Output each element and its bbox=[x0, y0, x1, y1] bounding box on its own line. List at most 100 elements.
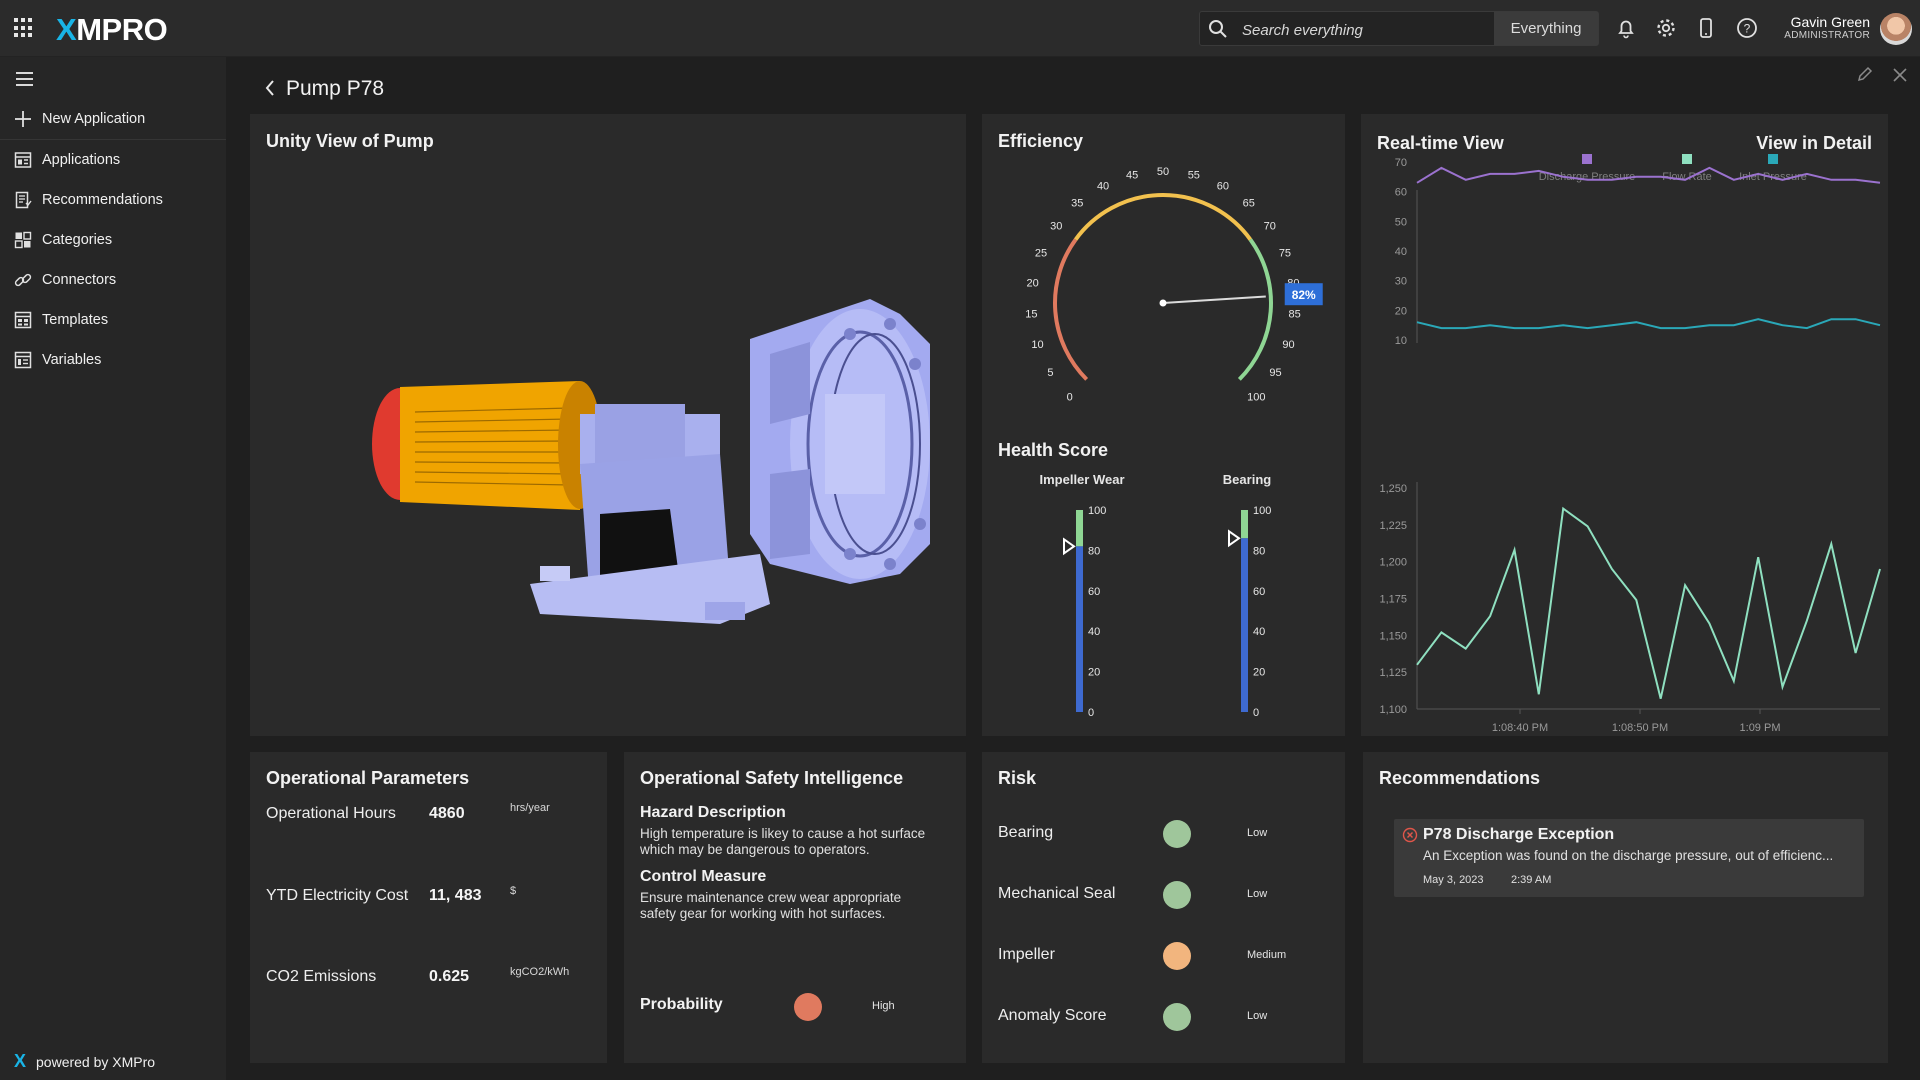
risk-label: Impeller bbox=[998, 946, 1055, 963]
user-menu[interactable]: Gavin Green ADMINISTRATOR bbox=[1770, 14, 1870, 41]
link-icon bbox=[14, 273, 32, 287]
bell-icon[interactable] bbox=[1614, 16, 1638, 40]
gauge-hub bbox=[1159, 299, 1167, 307]
x-tick-label: 1:09 PM bbox=[1740, 722, 1781, 734]
sidebar-item-variables[interactable]: Variables bbox=[0, 340, 226, 380]
pump-3d-model[interactable] bbox=[250, 114, 966, 736]
y-tick-label: 10 bbox=[1395, 335, 1407, 347]
recommendation-time: 2:39 AM bbox=[1511, 874, 1552, 886]
gauge-tick-label: 65 bbox=[1243, 198, 1255, 210]
plus-icon bbox=[15, 111, 31, 127]
sidebar-item-categories[interactable]: Categories bbox=[0, 220, 226, 260]
recommendation-date: May 3, 2023 bbox=[1423, 874, 1484, 886]
edit-icon[interactable] bbox=[1856, 65, 1874, 83]
gauge-tick-label: 100 bbox=[1247, 391, 1265, 403]
search-input[interactable]: Search everything bbox=[1242, 22, 1363, 39]
gauge-tick-label: 75 bbox=[1279, 247, 1291, 259]
powered-by[interactable]: Xpowered by XMPro bbox=[14, 1051, 155, 1072]
x-tick-label: 1:08:50 PM bbox=[1612, 722, 1668, 734]
svg-text:?: ? bbox=[1744, 22, 1751, 36]
sidebar-item-applications[interactable]: Applications bbox=[0, 140, 226, 180]
top-bar: XMPRO Search everything Everything ? Gav… bbox=[0, 0, 1920, 57]
risk-level: Medium bbox=[1247, 949, 1287, 961]
sidebar-item-label: Applications bbox=[42, 152, 121, 168]
gauge-tick-label: 25 bbox=[1035, 247, 1047, 259]
sidebar-item-connectors[interactable]: Connectors bbox=[0, 260, 226, 300]
powered-by-label: powered by XMPro bbox=[36, 1054, 156, 1070]
health-bar-track bbox=[1076, 510, 1083, 547]
y-tick-label: 1,125 bbox=[1379, 667, 1407, 679]
y-tick-label: 30 bbox=[1395, 276, 1407, 288]
avatar[interactable] bbox=[1880, 13, 1912, 45]
realtime-card: Real-time View View in Detail Discharge … bbox=[1361, 114, 1888, 736]
legend-swatch bbox=[1768, 154, 1778, 164]
sidebar-item-new-application[interactable]: New Application bbox=[0, 99, 226, 140]
xmpro-logo[interactable]: XMPRO bbox=[56, 12, 168, 48]
sidebar-item-label: Templates bbox=[42, 312, 109, 328]
hazard-title: Hazard Description bbox=[640, 804, 786, 821]
health-bar-label: Impeller Wear bbox=[1039, 472, 1124, 487]
sidebar-item-recommendations[interactable]: Recommendations bbox=[0, 180, 226, 220]
param-value: 11, 483 bbox=[429, 887, 482, 904]
series-line bbox=[1416, 506, 1881, 699]
health-bar-label: Bearing bbox=[1223, 472, 1271, 487]
templates-icon bbox=[14, 311, 32, 329]
recommendation-item[interactable]: P78 Discharge Exception An Exception was… bbox=[1394, 819, 1864, 897]
risk-level: Low bbox=[1247, 827, 1268, 839]
param-unit: kgCO2/kWh bbox=[510, 966, 570, 978]
gauge-tick-label: 55 bbox=[1188, 170, 1200, 182]
applications-icon bbox=[14, 152, 32, 168]
health-tick-label: 80 bbox=[1253, 545, 1265, 557]
health-score-bars: Impeller Wear 100 80 60 40 20 0 Bearing 100 80 60 4… bbox=[1039, 472, 1271, 719]
param-label: Operational Hours bbox=[266, 805, 396, 822]
menu-toggle-icon[interactable] bbox=[16, 72, 33, 90]
health-tick-label: 60 bbox=[1088, 586, 1100, 598]
recommendations-card: Recommendations bbox=[1363, 752, 1888, 1063]
health-bar-track bbox=[1241, 510, 1248, 539]
page-header: Pump P78 bbox=[226, 57, 1920, 112]
gauge-tick-label: 95 bbox=[1269, 367, 1281, 379]
sidebar-item-label: Variables bbox=[42, 352, 102, 368]
gauge-tick-label: 70 bbox=[1264, 220, 1276, 232]
risk-label: Bearing bbox=[998, 824, 1054, 841]
y-tick-label: 60 bbox=[1395, 187, 1407, 199]
health-tick-label: 20 bbox=[1253, 667, 1265, 679]
card-title: Operational Parameters bbox=[266, 768, 470, 788]
close-icon[interactable] bbox=[1892, 67, 1908, 83]
param-label: CO2 Emissions bbox=[266, 968, 377, 985]
param-value: 0.625 bbox=[429, 968, 470, 985]
view-in-detail-link[interactable]: View in Detail bbox=[1756, 133, 1872, 154]
categories-icon bbox=[14, 231, 32, 249]
health-tick-label: 40 bbox=[1088, 626, 1100, 638]
help-icon[interactable]: ? bbox=[1735, 16, 1759, 40]
gear-icon[interactable] bbox=[1654, 16, 1678, 40]
search-box[interactable]: Search everything Everything bbox=[1199, 11, 1599, 46]
hazard-text: High temperature is likey to cause a hot… bbox=[640, 826, 926, 857]
probability-label: Probability bbox=[640, 996, 723, 1013]
param-unit: hrs/year bbox=[510, 802, 550, 814]
search-scope-dropdown[interactable]: Everything bbox=[1494, 12, 1598, 45]
series-line bbox=[1416, 318, 1881, 330]
gauge-tick-label: 85 bbox=[1288, 308, 1300, 320]
health-tick-label: 100 bbox=[1253, 505, 1271, 517]
y-tick-label: 70 bbox=[1395, 157, 1407, 169]
variables-icon bbox=[14, 351, 32, 369]
gauge-needle bbox=[1162, 295, 1266, 304]
page-title: Pump P78 bbox=[286, 77, 385, 100]
sidebar-item-templates[interactable]: Templates bbox=[0, 300, 226, 340]
app-launcher-icon[interactable] bbox=[14, 18, 34, 38]
sidebar-item-label: Categories bbox=[42, 232, 113, 248]
risk-indicator bbox=[1163, 942, 1191, 970]
safety-intelligence-card: Operational Safety Intelligence Hazard D… bbox=[624, 752, 966, 1063]
gauge-tick-label: 15 bbox=[1025, 308, 1037, 320]
gauge-arc bbox=[1237, 238, 1273, 381]
back-arrow-icon[interactable] bbox=[264, 79, 276, 97]
health-score-title: Health Score bbox=[998, 440, 1109, 460]
gauge-tick-label: 90 bbox=[1282, 339, 1294, 351]
param-value: 4860 bbox=[429, 805, 465, 822]
probability-indicator bbox=[794, 993, 822, 1021]
y-tick-label: 1,225 bbox=[1379, 520, 1407, 532]
health-bar-marker bbox=[1063, 537, 1076, 556]
probability-value: High bbox=[872, 1000, 895, 1012]
mobile-icon[interactable] bbox=[1694, 16, 1718, 40]
